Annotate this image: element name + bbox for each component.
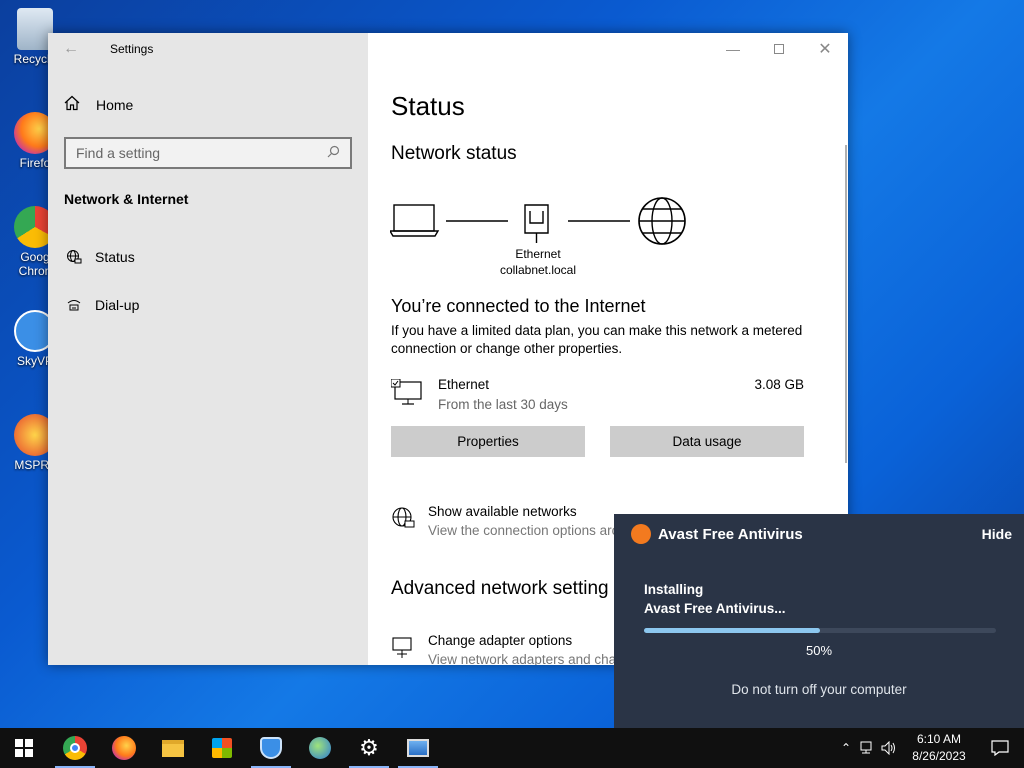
vpn-shield-icon [260, 737, 282, 759]
connection-description: If you have a limited data plan, you can… [391, 323, 803, 356]
properties-button[interactable]: Properties [391, 426, 585, 457]
progress-fill [644, 628, 820, 633]
show-networks-sub: View the connection options aro [428, 523, 620, 538]
action-center-button[interactable] [976, 732, 1024, 764]
globe-icon [638, 197, 686, 245]
search-box[interactable] [64, 137, 352, 169]
laptop-icon [390, 204, 440, 237]
window-controls: — ✕ [710, 33, 848, 65]
clock-time: 6:10 AM [916, 732, 962, 746]
ethernet-port-icon [524, 204, 549, 243]
arrow-left-icon: ← [63, 40, 79, 57]
taskbar-store[interactable] [198, 732, 246, 764]
taskbar-network-app[interactable] [296, 732, 344, 764]
window-title: Settings [110, 42, 154, 56]
globe-network-icon [64, 249, 84, 265]
windows-start-icon [15, 739, 33, 757]
taskbar-control-panel[interactable] [394, 732, 442, 768]
network-globe-icon [309, 737, 331, 759]
taskbar: ⚙ ⌃ 6:10 AM 8/26/2023 [0, 728, 1024, 768]
maximize-button[interactable] [756, 33, 802, 65]
taskbar-firefox[interactable] [100, 732, 148, 764]
clock-date: 8/26/2023 [912, 749, 966, 763]
system-tray: ⌃ [838, 728, 900, 768]
avast-logo-icon [631, 524, 651, 544]
nav-home[interactable]: Home [64, 95, 133, 114]
search-input[interactable] [76, 145, 327, 161]
home-icon [64, 95, 84, 114]
install-status: Installing [644, 582, 704, 597]
ethernet-pc-icon [390, 378, 425, 412]
ethernet-period: From the last 30 days [438, 397, 568, 412]
settings-sidebar: ← Settings Home Network & Internet Statu… [48, 33, 368, 665]
volume-icon[interactable] [878, 741, 900, 755]
progress-percent: 50% [805, 643, 833, 658]
close-button[interactable]: ✕ [802, 33, 848, 65]
change-adapter-sub: View network adapters and chan [428, 652, 624, 665]
section-heading: Network & Internet [64, 191, 189, 207]
sidebar-item-label: Dial-up [95, 297, 140, 313]
dialup-icon [64, 297, 84, 313]
maximize-icon [774, 44, 784, 54]
progress-bar [644, 628, 996, 633]
store-icon [212, 738, 232, 758]
network-status-heading: Network status [391, 143, 517, 164]
adapter-pc-icon [391, 635, 415, 664]
page-title: Status [391, 91, 465, 121]
scrollbar[interactable] [845, 145, 847, 463]
globe-network-icon [391, 506, 415, 535]
install-product: Avast Free Antivirus... [644, 601, 786, 616]
sidebar-item-status[interactable]: Status [64, 249, 135, 265]
install-warning: Do not turn off your computer [731, 682, 907, 697]
title-bar: ← Settings [48, 33, 368, 65]
show-networks-title: Show available networks [428, 504, 577, 519]
network-tray-icon[interactable] [854, 741, 878, 755]
file-explorer-icon [162, 739, 184, 757]
data-usage-button[interactable]: Data usage [610, 426, 804, 457]
notification-icon [991, 740, 1009, 756]
taskbar-chrome[interactable] [51, 732, 99, 768]
taskbar-settings[interactable]: ⚙ [345, 732, 393, 768]
taskbar-vpn[interactable] [247, 732, 295, 768]
minimize-icon: — [726, 41, 740, 57]
sidebar-item-dialup[interactable]: Dial-up [64, 297, 139, 313]
search-icon [327, 145, 340, 161]
nav-home-label: Home [96, 96, 134, 113]
settings-gear-icon: ⚙ [359, 735, 379, 760]
avast-title: Avast Free Antivirus [658, 526, 803, 543]
ethernet-name: Ethernet [438, 377, 490, 392]
firefox-icon [112, 736, 136, 760]
taskbar-file-explorer[interactable] [149, 732, 197, 764]
back-button[interactable]: ← [48, 33, 94, 65]
change-adapter-title: Change adapter options [428, 633, 573, 648]
start-button[interactable] [0, 732, 48, 764]
ethernet-data-usage: 3.08 GB [754, 377, 804, 392]
hide-button[interactable]: Hide [982, 526, 1012, 542]
chevron-up-icon[interactable]: ⌃ [838, 741, 854, 755]
ethernet-usage-row[interactable]: Ethernet From the last 30 days 3.08 GB [390, 375, 804, 415]
connection-status: You’re connected to the Internet [391, 296, 646, 316]
chrome-icon [63, 736, 87, 760]
close-icon: ✕ [818, 41, 832, 58]
clock[interactable]: 6:10 AM 8/26/2023 [904, 731, 974, 765]
sidebar-item-label: Status [95, 249, 135, 265]
control-panel-icon [407, 739, 429, 757]
advanced-settings-heading: Advanced network setting [391, 578, 609, 599]
adapter-label: Ethernet collabnet.local [499, 247, 577, 277]
avast-install-popup: Avast Free Antivirus Hide Installing Ava… [614, 514, 1024, 728]
minimize-button[interactable]: — [710, 33, 756, 65]
